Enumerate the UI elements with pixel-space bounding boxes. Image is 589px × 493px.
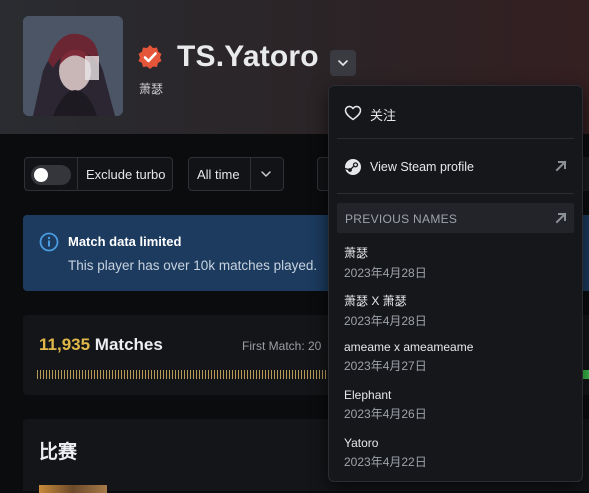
previous-name-date: 2023年4月28日 <box>344 266 427 280</box>
profile-dropdown-menu: 关注 View Steam profile PREVIOUS NAMES 萧瑟 … <box>328 85 583 482</box>
previous-name: Yatoro <box>344 436 379 450</box>
steam-icon <box>344 159 361 175</box>
avatar <box>23 16 123 116</box>
chevron-down-icon <box>338 60 348 66</box>
banner-text: This player has over 10k matches played. <box>68 258 318 273</box>
verified-badge-icon <box>137 44 163 70</box>
exclude-turbo-toggle[interactable] <box>31 165 71 185</box>
toggle-knob <box>34 168 48 182</box>
match-hero-thumbnail <box>39 485 107 493</box>
filter-edge <box>583 157 589 191</box>
divider <box>77 158 78 190</box>
follow-label: 关注 <box>370 108 397 123</box>
player-name: TS.Yatoro <box>177 40 319 73</box>
previous-name-date: 2023年4月27日 <box>344 359 427 373</box>
matches-number: 11,935 <box>39 335 91 354</box>
previous-name-date: 2023年4月22日 <box>344 455 427 469</box>
time-range-select[interactable]: All time <box>188 157 284 191</box>
previous-name-date: 2023年4月26日 <box>344 407 427 421</box>
previous-name: 萧瑟 X 萧瑟 <box>344 294 407 308</box>
external-link-icon <box>555 160 567 172</box>
previous-name: ameame x ameameame <box>344 340 474 354</box>
matches-count: 11,935 Matches <box>39 335 163 355</box>
banner-title: Match data limited <box>68 234 182 249</box>
external-link-icon[interactable] <box>554 211 568 225</box>
previous-name: 萧瑟 <box>344 246 369 260</box>
previous-name-item: ameame x ameameame 2023年4月27日 <box>344 340 473 374</box>
heart-icon <box>344 105 362 121</box>
name-dropdown-button[interactable] <box>330 50 356 76</box>
previous-name-date: 2023年4月28日 <box>344 314 427 328</box>
previous-name-item: 萧瑟 X 萧瑟 2023年4月28日 <box>344 292 427 329</box>
divider <box>250 158 251 190</box>
previous-name-item: Elephant 2023年4月26日 <box>344 388 427 422</box>
steam-profile-label: View Steam profile <box>370 160 474 174</box>
section-title: 比赛 <box>39 442 78 463</box>
matches-label: Matches <box>94 335 163 354</box>
steam-profile-menu-item[interactable]: View Steam profile <box>329 139 582 192</box>
previous-name-item: 萧瑟 2023年4月28日 <box>344 244 427 281</box>
previous-name-item: Yatoro 2023年4月22日 <box>344 436 427 470</box>
divider <box>337 193 574 194</box>
exclude-turbo-label: Exclude turbo <box>86 167 166 182</box>
follow-menu-item[interactable]: 关注 <box>329 86 582 138</box>
previous-name: Elephant <box>344 388 392 402</box>
first-match-label: First Match: 20 <box>242 339 322 353</box>
player-alias: 萧瑟 <box>139 82 164 96</box>
chevron-down-icon <box>261 171 271 177</box>
previous-names-header: PREVIOUS NAMES <box>337 203 574 233</box>
exclude-turbo-filter[interactable]: Exclude turbo <box>24 157 173 191</box>
info-circle-icon <box>39 232 59 252</box>
previous-names-label: PREVIOUS NAMES <box>345 212 458 226</box>
time-range-label: All time <box>197 167 240 182</box>
